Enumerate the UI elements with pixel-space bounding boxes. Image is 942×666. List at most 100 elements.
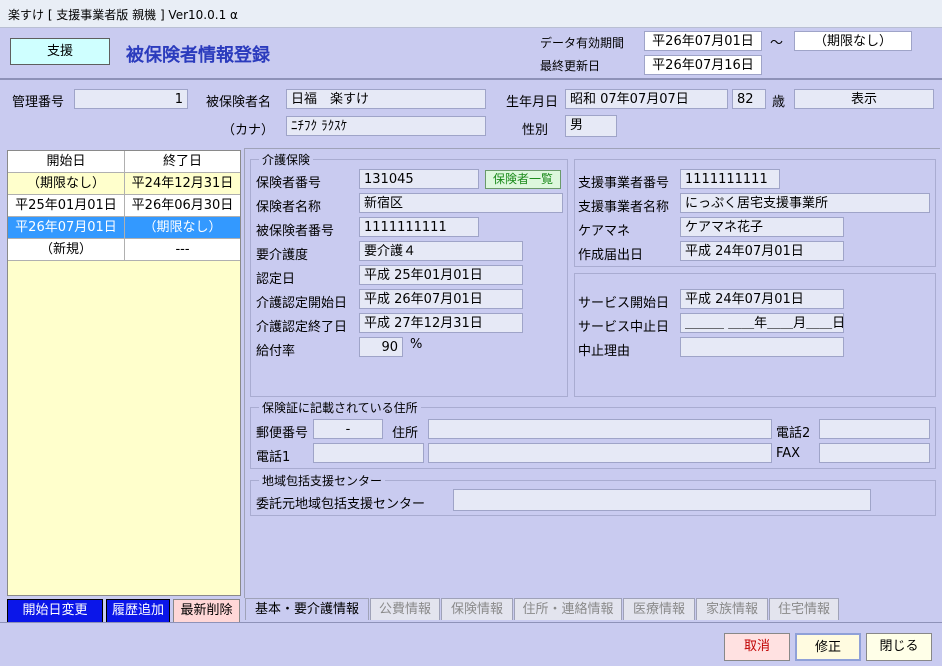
cert-date-field[interactable]: 平成 25年01月01日: [359, 265, 523, 285]
center-label: 委託元地域包括支援センター: [256, 497, 426, 512]
cert-start-label: 介護認定開始日: [256, 296, 348, 311]
provider-no-label: 支援事業者番号: [578, 176, 670, 191]
created-field[interactable]: 平成 24年07月01日: [680, 241, 844, 261]
history-end-cell: ---: [175, 242, 190, 257]
history-grid: 開始日 終了日 （期限なし） 平24年12月31日 平25年01月01日 平26…: [7, 150, 241, 596]
name-field[interactable]: 日福 楽すけ: [286, 89, 486, 109]
service-stop-field[interactable]: ＿＿＿ ＿＿年＿＿月＿＿日: [680, 313, 844, 333]
table-row[interactable]: （期限なし） 平24年12月31日: [8, 173, 240, 195]
window-title: 楽すけ [ 支援事業者版 親機 ] Ver10.0.1 α: [8, 8, 238, 22]
care-level-field[interactable]: 要介護４: [359, 241, 523, 261]
tab-address-contact[interactable]: 住所・連絡情報: [514, 598, 622, 620]
tab-housing[interactable]: 住宅情報: [769, 598, 839, 620]
last-updated-field: 平26年07月16日: [644, 55, 762, 75]
service-stop-label: サービス中止日: [578, 320, 670, 335]
fax-label: FAX: [776, 446, 801, 461]
history-end-cell: 平26年06月30日: [131, 198, 234, 213]
phone1-field[interactable]: [313, 443, 424, 463]
fax-field[interactable]: [819, 443, 930, 463]
gender-field[interactable]: 男: [565, 115, 617, 137]
tilde-label: 〜: [770, 36, 784, 51]
provider-name-field[interactable]: にっぷく居宅支援事業所: [680, 193, 930, 213]
stop-reason-label: 中止理由: [578, 344, 631, 359]
tab-family[interactable]: 家族情報: [696, 598, 768, 620]
display-button[interactable]: 表示: [794, 89, 934, 109]
phone2-label: 電話2: [776, 426, 811, 441]
service-start-label: サービス開始日: [578, 296, 670, 311]
tab-public-expense[interactable]: 公費情報: [370, 598, 440, 620]
history-start-cell: 平25年01月01日: [8, 195, 125, 216]
history-col-end: 終了日: [162, 154, 202, 169]
tab-basic[interactable]: 基本・要介護情報: [245, 598, 369, 620]
cancel-button[interactable]: 取消: [724, 633, 790, 661]
care-level-label: 要介護度: [256, 248, 309, 263]
care-insurance-title: 介護保険: [259, 151, 314, 168]
mgmt-no-field[interactable]: 1: [74, 89, 188, 109]
insured-no-field[interactable]: 1111111111: [359, 217, 479, 237]
address-field[interactable]: [428, 419, 772, 439]
last-updated-label: 最終更新日: [540, 59, 601, 73]
provider-name-label: 支援事業者名称: [578, 200, 670, 215]
insurer-name-label: 保険者名称: [256, 200, 322, 215]
tab-medical[interactable]: 医療情報: [623, 598, 695, 620]
insurer-list-button[interactable]: 保険者一覧: [485, 170, 561, 189]
valid-period-label: データ有効期間: [540, 36, 625, 50]
table-row[interactable]: （新規） ---: [8, 239, 240, 261]
cert-date-label: 認定日: [256, 272, 296, 287]
insurer-name-field[interactable]: 新宿区: [359, 193, 563, 213]
history-header-row: 開始日 終了日: [8, 151, 240, 173]
add-history-button[interactable]: 履歴追加: [106, 599, 170, 624]
benefit-rate-field[interactable]: 90: [359, 337, 403, 357]
created-label: 作成届出日: [578, 248, 644, 263]
tab-insurance[interactable]: 保険情報: [441, 598, 513, 620]
mode-button[interactable]: 支援: [10, 38, 110, 65]
insurer-no-label: 保険者番号: [256, 176, 322, 191]
age-field: 82: [732, 89, 766, 109]
insurer-no-field[interactable]: 131045: [359, 169, 479, 189]
kana-field[interactable]: ﾆﾁﾌｸ ﾗｸｽｹ: [286, 116, 486, 136]
address-label: 住所: [392, 426, 419, 441]
delete-latest-button[interactable]: 最新削除: [173, 599, 240, 624]
postal-label: 郵便番号: [256, 426, 309, 441]
birth-label: 生年月日: [506, 95, 559, 110]
window-titlebar: 楽すけ [ 支援事業者版 親機 ] Ver10.0.1 α: [0, 0, 942, 28]
address-group-title: 保険証に記載されている住所: [259, 399, 421, 416]
stop-reason-field[interactable]: [680, 337, 844, 357]
history-end-cell: 平24年12月31日: [131, 176, 234, 191]
history-start-cell: 平26年07月01日: [8, 217, 125, 238]
gender-label: 性別: [522, 123, 549, 138]
cert-end-label: 介護認定終了日: [256, 320, 348, 335]
birth-field[interactable]: 昭和 07年07月07日: [565, 89, 728, 109]
provider-no-field[interactable]: 1111111111: [680, 169, 780, 189]
close-button[interactable]: 閉じる: [866, 633, 932, 661]
history-col-start: 開始日: [8, 151, 125, 172]
center-field[interactable]: [453, 489, 871, 511]
change-start-button[interactable]: 開始日変更: [7, 599, 103, 624]
table-row-selected[interactable]: 平26年07月01日 （期限なし）: [8, 217, 240, 239]
cert-end-field[interactable]: 平成 27年12月31日: [359, 313, 523, 333]
benefit-rate-label: 給付率: [256, 344, 296, 359]
insured-no-label: 被保険者番号: [256, 224, 335, 239]
postal-field[interactable]: -: [313, 419, 383, 439]
center-group-title: 地域包括支援センター: [259, 472, 386, 489]
cert-start-field[interactable]: 平成 26年07月01日: [359, 289, 523, 309]
service-start-field[interactable]: 平成 24年07月01日: [680, 289, 844, 309]
header-divider: [0, 78, 942, 80]
care-manager-field[interactable]: ケアマネ花子: [680, 217, 844, 237]
history-start-cell: （新規）: [8, 239, 125, 260]
header: 支援 被保険者情報登録 データ有効期間 平26年07月01日 〜 （期限なし） …: [0, 28, 942, 78]
modify-button[interactable]: 修正: [795, 633, 861, 661]
address2-field[interactable]: [428, 443, 772, 463]
percent-label: %: [410, 337, 423, 352]
age-unit-label: 歳: [772, 95, 786, 110]
mgmt-no-label: 管理番号: [12, 95, 65, 110]
kana-label: （カナ）: [222, 123, 275, 138]
phone1-label: 電話1: [256, 450, 291, 465]
care-manager-label: ケアマネ: [578, 224, 631, 239]
phone2-field[interactable]: [819, 419, 930, 439]
page-title: 被保険者情報登録: [126, 45, 270, 66]
valid-from-field: 平26年07月01日: [644, 31, 762, 51]
history-end-cell: （期限なし）: [143, 220, 222, 235]
history-start-cell: （期限なし）: [8, 173, 125, 194]
table-row[interactable]: 平25年01月01日 平26年06月30日: [8, 195, 240, 217]
